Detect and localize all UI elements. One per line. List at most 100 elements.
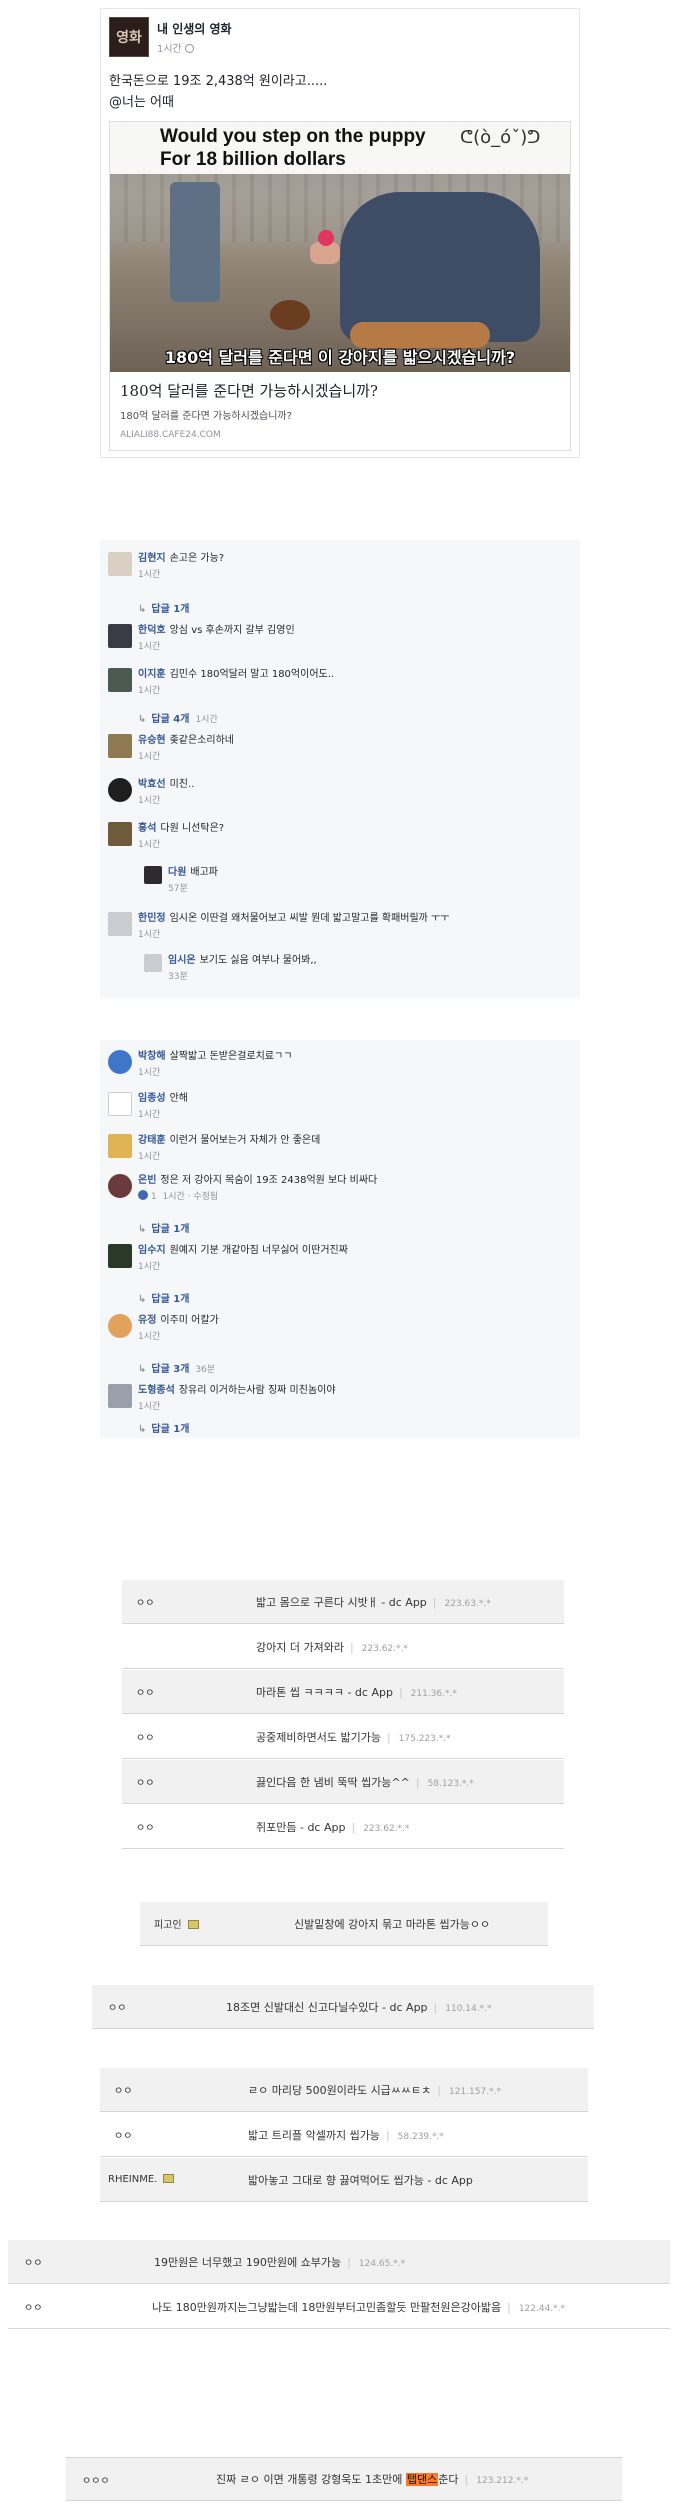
view-replies-link[interactable]: ↳ 답글 3개 36분 <box>138 1360 215 1375</box>
comment-author[interactable]: 박효선 <box>138 779 166 790</box>
avatar[interactable] <box>108 668 132 692</box>
page-avatar[interactable]: 영화 <box>109 17 149 57</box>
comment-time[interactable]: 1시간 <box>138 837 224 850</box>
dc-nickname[interactable]: ㅇㅇ <box>136 1684 154 1699</box>
comment-author[interactable]: 김현지 <box>138 553 166 564</box>
dc-nickname[interactable]: ㅇㅇ <box>114 2082 132 2097</box>
avatar[interactable] <box>108 1050 132 1074</box>
comment-time[interactable]: 57분 <box>168 881 218 894</box>
avatar[interactable] <box>108 1134 132 1158</box>
view-replies-link[interactable]: ↳ 답글 1개 <box>138 1220 189 1235</box>
comment-author[interactable]: 유승현 <box>138 735 166 746</box>
comment-time[interactable]: 1시간 <box>138 1149 320 1162</box>
avatar[interactable] <box>108 734 132 758</box>
reply-arrow-icon: ↳ <box>138 604 147 615</box>
link-preview-image[interactable]: Would you step on the puppy For 18 billi… <box>110 122 570 372</box>
comment-time[interactable]: 1시간 <box>138 1065 292 1078</box>
dc-nickname-text[interactable]: 피고인 <box>154 1920 182 1931</box>
dc-ip: 223.63.*.* <box>444 1598 491 1609</box>
post-text-line: 한국돈으로 19조 2,438억 원이라고..... <box>109 74 328 89</box>
dc-nickname[interactable]: ㅇㅇ <box>24 2299 42 2314</box>
globe-icon <box>184 43 194 53</box>
reply-count[interactable]: 답글 1개 <box>151 604 189 615</box>
dc-reply-text: 밟고 트리플 악셀까지 씹가능 <box>248 2128 380 2142</box>
avatar[interactable] <box>108 1174 132 1198</box>
comment-author[interactable]: 은빈 <box>138 1175 156 1186</box>
view-replies-link[interactable]: ↳ 답글 1개 <box>138 1290 189 1305</box>
comment-author[interactable]: 도형종석 <box>138 1385 175 1396</box>
avatar[interactable] <box>144 866 162 884</box>
comment-time[interactable]: 1시간 <box>138 793 194 806</box>
avatar[interactable] <box>108 1384 132 1408</box>
comment-time[interactable]: 33분 <box>168 969 317 982</box>
dc-nickname[interactable]: ㅇㅇ <box>136 1594 154 1609</box>
view-replies-link[interactable]: ↳ 답글 1개 <box>138 600 189 615</box>
dc-nickname[interactable]: ㅇㅇ <box>136 1774 154 1789</box>
comment-author[interactable]: 강태훈 <box>138 1135 166 1146</box>
reply-count[interactable]: 답글 3개 <box>151 1364 189 1375</box>
comment-author[interactable]: 다원 <box>168 867 186 878</box>
post-time-text[interactable]: 1시간 <box>157 44 182 55</box>
comment-time[interactable]: 1시간 <box>138 1329 219 1342</box>
dc-reply-row: 강아지 더 가져와라 | 223.62.*.* <box>122 1625 564 1669</box>
comment-author[interactable]: 한민정 <box>138 913 166 924</box>
reply-count[interactable]: 답글 1개 <box>151 1424 189 1435</box>
comment-text: 좆같은소리하네 <box>169 735 235 746</box>
comment-time[interactable]: 1시간 <box>138 683 334 696</box>
page-name[interactable]: 내 인생의 영화 <box>157 20 232 37</box>
reply-count[interactable]: 답글 1개 <box>151 1294 189 1305</box>
post-header: 영화 내 인생의 영화 1시간 <box>109 17 232 57</box>
dc-reply-text: 진짜 ㄹㅇ 이면 개통령 강형욱도 1초만에 <box>216 2473 406 2486</box>
gallog-icon[interactable] <box>187 1920 199 1929</box>
gallog-icon[interactable] <box>163 2174 175 2183</box>
reply-comment: 임시온 보기도 싫음 여부나 물어봐,, 33분 <box>144 954 317 982</box>
reply-arrow-icon: ↳ <box>138 1364 147 1375</box>
comment-author[interactable]: 유정 <box>138 1315 156 1326</box>
dc-reply-text: 18조면 신발대신 신고다닐수있다 - dc App <box>226 2000 428 2014</box>
dc-nickname: 피고인 <box>154 1916 199 1931</box>
dc-nickname[interactable]: ㅇㅇ <box>108 1999 126 2014</box>
dc-nickname-text[interactable]: RHEINME. <box>108 2174 157 2185</box>
dc-nickname[interactable]: ㅇㅇ <box>24 2254 42 2269</box>
post-text-mention[interactable]: @너는 어때 <box>109 92 327 113</box>
dc-reply-row: ㅇㅇ 밟고 트리플 악셀까지 씹가능 | 58.239.*.* <box>100 2113 588 2157</box>
comment-time[interactable]: 1시간 <box>138 1107 188 1120</box>
avatar[interactable] <box>144 954 162 972</box>
comment-time[interactable]: 1시간 <box>138 639 295 652</box>
avatar[interactable] <box>108 778 132 802</box>
dc-nickname[interactable]: ㅇㅇ <box>136 1819 154 1834</box>
comment-author[interactable]: 한덕호 <box>138 625 166 636</box>
reply-count[interactable]: 답글 4개 <box>151 714 189 725</box>
comment-author[interactable]: 이지훈 <box>138 669 166 680</box>
link-title[interactable]: 180억 달러를 준다면 가능하시겠습니까? <box>120 380 560 401</box>
avatar[interactable] <box>108 912 132 936</box>
comment-author[interactable]: 임종성 <box>138 1093 166 1104</box>
avatar[interactable] <box>108 1244 132 1268</box>
comment-time[interactable]: 1시간 <box>138 1259 348 1272</box>
dc-reply-row: ㅇㅇ 쥐포만듬 - dc App | 223.62.*.* <box>122 1805 564 1849</box>
dc-nickname[interactable]: ㅇㅇ <box>114 2127 132 2142</box>
like-count[interactable]: 1 <box>151 1192 157 1202</box>
comment-author[interactable]: 임시온 <box>168 955 196 966</box>
avatar[interactable] <box>108 624 132 648</box>
divider: | <box>385 2128 390 2142</box>
comment-time[interactable]: 1시간 <box>138 927 449 940</box>
view-replies-link[interactable]: ↳ 답글 1개 <box>138 1420 189 1435</box>
comment-author[interactable]: 임수지 <box>138 1245 166 1256</box>
view-replies-link[interactable]: ↳ 답글 4개 1시간 <box>138 710 218 725</box>
comment-time[interactable]: 1시간 <box>138 567 224 580</box>
avatar[interactable] <box>108 822 132 846</box>
dc-nickname[interactable]: ㅇㅇㅇ <box>82 2472 110 2487</box>
avatar[interactable] <box>108 552 132 576</box>
reply-count[interactable]: 답글 1개 <box>151 1224 189 1235</box>
link-preview-card[interactable]: Would you step on the puppy For 18 billi… <box>109 121 571 451</box>
comment-time-text[interactable]: 1시간 · 수정됨 <box>162 1192 218 1202</box>
comment-author[interactable]: 홍석 <box>138 823 156 834</box>
comment: 홍석 다원 니선탁은? 1시간 <box>108 822 224 850</box>
avatar[interactable] <box>108 1092 132 1116</box>
avatar[interactable] <box>108 1314 132 1338</box>
comment-time[interactable]: 1시간 <box>138 749 234 762</box>
comment-author[interactable]: 박창해 <box>138 1051 166 1062</box>
dc-nickname[interactable]: ㅇㅇ <box>136 1729 154 1744</box>
comment-time[interactable]: 1시간 <box>138 1399 336 1412</box>
